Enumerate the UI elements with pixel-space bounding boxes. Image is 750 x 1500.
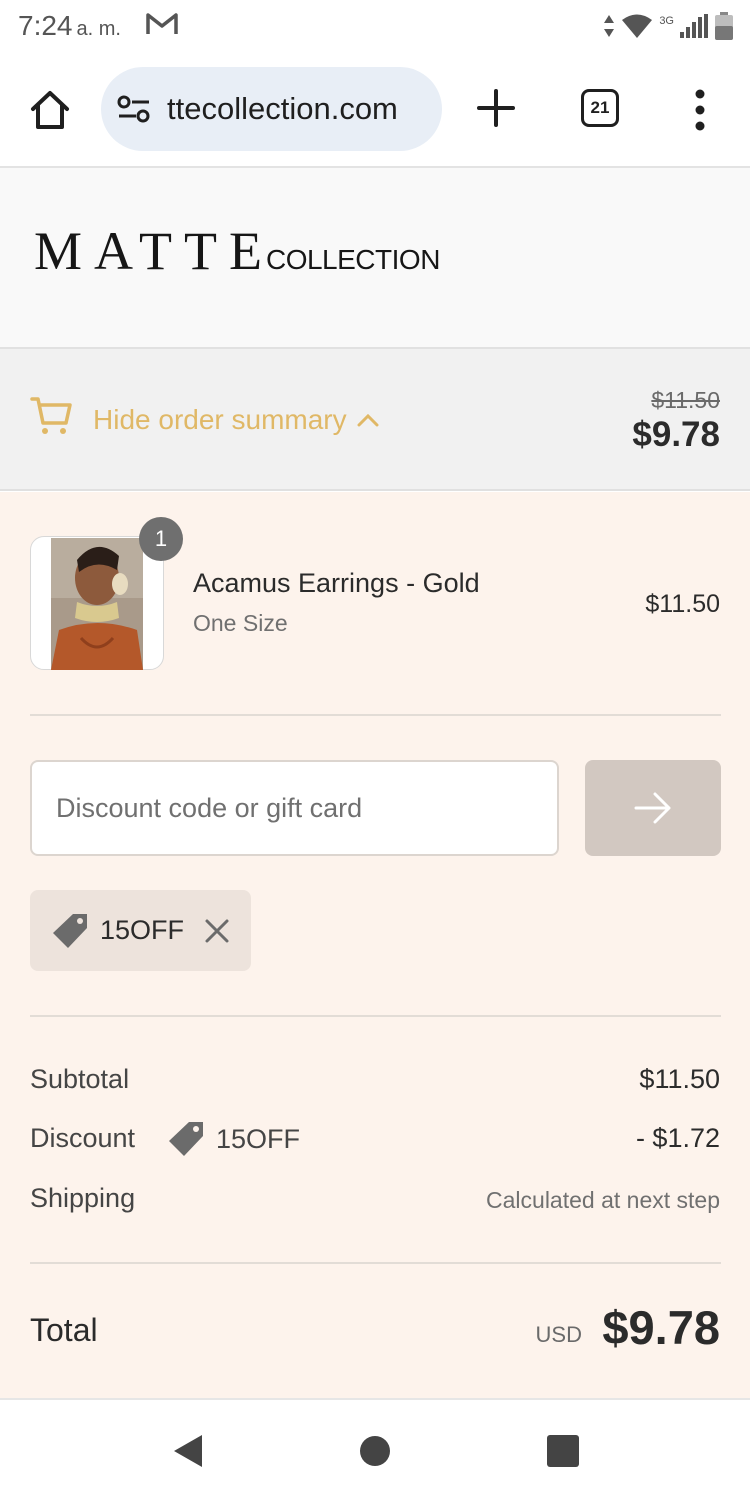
product-thumbnail [30, 536, 164, 670]
recents-icon[interactable] [547, 1435, 579, 1467]
discount-code-input[interactable] [30, 760, 559, 856]
product-variant: One Size [193, 610, 288, 636]
network-type: 3G [659, 15, 674, 27]
site-settings-icon[interactable] [117, 94, 151, 124]
gmail-icon [146, 13, 178, 34]
status-time: 7:24 a. m. [18, 10, 121, 42]
cart-icon [30, 397, 72, 434]
arrow-right-icon [634, 792, 671, 824]
quantity-badge: 1 [139, 517, 183, 561]
battery-icon [715, 12, 733, 40]
order-summary-toggle[interactable]: Hide order summary $11.50 $9.78 [0, 349, 750, 491]
signal-icon [680, 14, 708, 38]
discount-value: - $1.72 [635, 1123, 720, 1153]
subtotal-value: $11.50 [639, 1064, 720, 1094]
home-nav-icon[interactable] [360, 1436, 390, 1466]
shipping-value: Calculated at next step [486, 1187, 720, 1213]
status-clock: 7:24 [18, 10, 73, 41]
status-icons: 3G [603, 10, 734, 42]
toggle-summary-link[interactable]: Hide order summary [93, 404, 379, 436]
tab-count: 21 [590, 98, 610, 117]
address-bar[interactable]: ttecollection.com [101, 67, 442, 151]
store-header: MATTE COLLECTION [0, 168, 750, 349]
system-nav-bar [0, 1402, 750, 1500]
subtotal-label: Subtotal [30, 1064, 130, 1094]
order-summary-panel: 1 Acamus Earrings - Gold One Size $11.50… [0, 492, 750, 1400]
data-arrows-icon [604, 15, 615, 37]
applied-discount-chip: 15OFF [30, 890, 251, 971]
chevron-up-icon [357, 413, 379, 427]
divider [30, 714, 721, 716]
wifi-icon [622, 14, 653, 38]
discount-code-inline: 15OFF [168, 1120, 300, 1158]
original-price: $11.50 [651, 387, 720, 413]
applied-code-text: 15OFF [100, 915, 185, 945]
store-logo[interactable]: MATTE COLLECTION [34, 220, 440, 282]
browser-toolbar: ttecollection.com 21 [0, 54, 750, 168]
divider [30, 1015, 721, 1017]
divider [30, 1262, 721, 1264]
apply-discount-button[interactable] [585, 760, 721, 856]
quantity-value: 1 [154, 526, 168, 551]
discount-code-text: 15OFF [216, 1123, 301, 1154]
tag-icon [169, 1122, 203, 1156]
logo-main-text: MATTE [34, 221, 274, 281]
tag-icon [53, 913, 87, 948]
status-ampm: a. m. [76, 18, 121, 40]
logo-sub-text: COLLECTION [265, 244, 440, 275]
total-currency: USD [535, 1322, 582, 1347]
tab-switcher-button[interactable]: 21 [581, 89, 619, 127]
product-name: Acamus Earrings - Gold [193, 568, 480, 598]
total-value: $9.78 [602, 1301, 720, 1354]
more-options-icon[interactable] [690, 88, 710, 132]
back-icon[interactable] [172, 1434, 204, 1468]
product-price: $11.50 [645, 590, 720, 618]
home-icon[interactable] [28, 88, 72, 132]
total-label: Total [30, 1312, 98, 1348]
remove-code-icon[interactable] [204, 918, 230, 944]
url-text: ttecollection.com [167, 91, 398, 126]
new-tab-icon[interactable] [474, 86, 518, 130]
status-bar: 7:24 a. m. 3G [0, 0, 750, 54]
product-image [51, 538, 143, 670]
shipping-label: Shipping [30, 1183, 136, 1213]
summary-price: $9.78 [632, 415, 720, 454]
toggle-summary-label: Hide order summary [93, 404, 347, 435]
discount-label: Discount [30, 1123, 136, 1153]
